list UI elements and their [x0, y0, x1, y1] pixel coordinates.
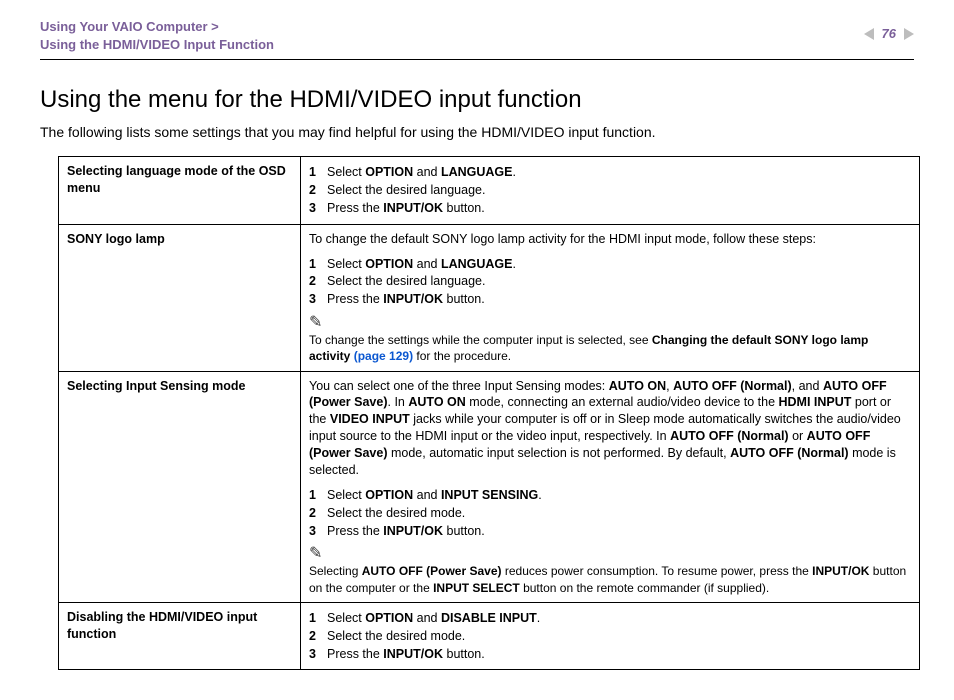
step-number: 2 — [309, 505, 321, 522]
row-content: To change the default SONY logo lamp act… — [301, 224, 920, 371]
step-text: Select OPTION and INPUT SENSING. — [327, 487, 542, 504]
step-number: 3 — [309, 200, 321, 217]
step-text: Select the desired language. — [327, 273, 485, 290]
step-text: Select the desired mode. — [327, 505, 465, 522]
prev-page-icon[interactable] — [864, 28, 874, 40]
row-paragraph: To change the default SONY logo lamp act… — [309, 231, 911, 248]
step-number: 2 — [309, 182, 321, 199]
note-text: To change the settings while the compute… — [309, 332, 911, 364]
step-number: 3 — [309, 291, 321, 308]
breadcrumb-line-1: Using Your VAIO Computer > — [40, 18, 274, 36]
note-text: Selecting AUTO OFF (Power Save) reduces … — [309, 563, 911, 595]
step-text: Select OPTION and LANGUAGE. — [327, 256, 516, 273]
note: ✎ — [309, 316, 911, 332]
row-label: Disabling the HDMI/VIDEO input function — [59, 602, 301, 670]
step-number: 3 — [309, 646, 321, 663]
step-number: 3 — [309, 523, 321, 540]
step-number: 1 — [309, 487, 321, 504]
step-text: Press the INPUT/OK button. — [327, 291, 485, 308]
breadcrumb: Using Your VAIO Computer > Using the HDM… — [40, 18, 274, 53]
table-row: Selecting language mode of the OSD menu … — [59, 157, 920, 225]
page-title: Using the menu for the HDMI/VIDEO input … — [40, 86, 914, 114]
table-row: Selecting Input Sensing mode You can sel… — [59, 371, 920, 602]
step-number: 1 — [309, 610, 321, 627]
step-number: 1 — [309, 256, 321, 273]
step-text: Select the desired language. — [327, 182, 485, 199]
step-text: Select the desired mode. — [327, 628, 465, 645]
step-text: Select OPTION and DISABLE INPUT. — [327, 610, 540, 627]
row-content: 1 Select OPTION and DISABLE INPUT. 2 Sel… — [301, 602, 920, 670]
page-link[interactable]: (page 129) — [354, 349, 413, 363]
page-nav: 76 — [864, 18, 914, 41]
step-number: 2 — [309, 628, 321, 645]
row-content: 1 Select OPTION and LANGUAGE. 2 Select t… — [301, 157, 920, 225]
page-number: 76 — [882, 26, 896, 41]
row-content: You can select one of the three Input Se… — [301, 371, 920, 602]
table-row: Disabling the HDMI/VIDEO input function … — [59, 602, 920, 670]
pencil-icon: ✎ — [309, 546, 322, 562]
settings-table: Selecting language mode of the OSD menu … — [58, 156, 920, 670]
step-text: Press the INPUT/OK button. — [327, 200, 485, 217]
next-page-icon[interactable] — [904, 28, 914, 40]
step-text: Press the INPUT/OK button. — [327, 523, 485, 540]
row-label: Selecting language mode of the OSD menu — [59, 157, 301, 225]
row-paragraph: You can select one of the three Input Se… — [309, 378, 911, 479]
table-row: SONY logo lamp To change the default SON… — [59, 224, 920, 371]
row-label: Selecting Input Sensing mode — [59, 371, 301, 602]
intro-text: The following lists some settings that y… — [40, 124, 914, 140]
step-text: Select OPTION and LANGUAGE. — [327, 164, 516, 181]
step-text: Press the INPUT/OK button. — [327, 646, 485, 663]
note: ✎ — [309, 547, 911, 563]
step-number: 1 — [309, 164, 321, 181]
pencil-icon: ✎ — [309, 315, 322, 331]
breadcrumb-line-2: Using the HDMI/VIDEO Input Function — [40, 36, 274, 54]
row-label: SONY logo lamp — [59, 224, 301, 371]
step-number: 2 — [309, 273, 321, 290]
document-page: Using Your VAIO Computer > Using the HDM… — [0, 0, 954, 700]
header-bar: Using Your VAIO Computer > Using the HDM… — [40, 18, 914, 60]
